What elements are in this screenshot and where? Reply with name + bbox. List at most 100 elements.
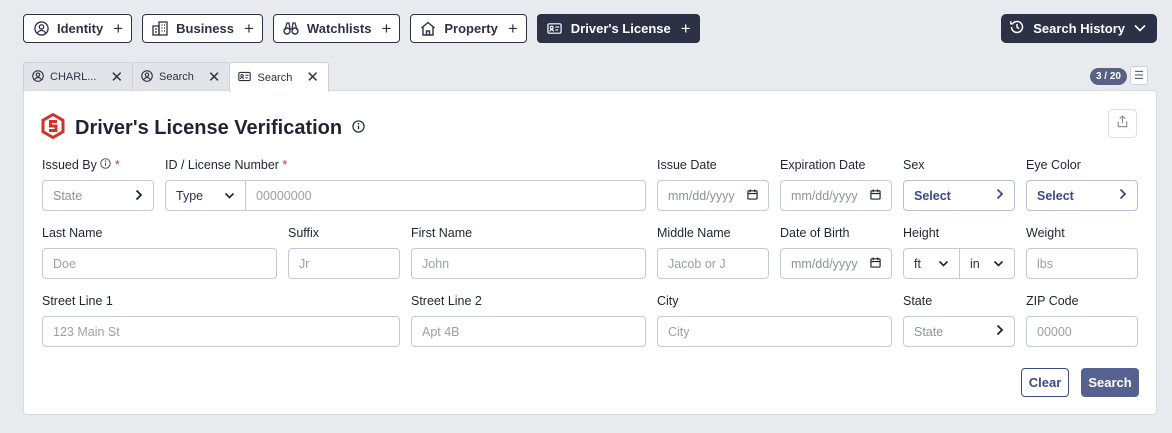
chevron-down-icon bbox=[993, 257, 1004, 271]
sex-select[interactable]: Select bbox=[903, 180, 1015, 211]
tab-label: CHARL... bbox=[50, 71, 97, 83]
height-ft-select[interactable]: ft bbox=[903, 248, 960, 279]
share-button[interactable] bbox=[1108, 109, 1137, 138]
height-in-select[interactable]: in bbox=[959, 248, 1015, 279]
zip-input[interactable]: 00000 bbox=[1026, 316, 1138, 347]
zip-label: ZIP Code bbox=[1026, 294, 1079, 308]
tab-search-license[interactable]: Search ✕ bbox=[229, 62, 329, 92]
calendar-icon bbox=[870, 256, 881, 271]
nav-identity-button[interactable]: Identity + bbox=[23, 14, 133, 43]
tab-strip: CHARL... ✕ Search ✕ Search ✕ bbox=[23, 62, 329, 92]
tab-menu-button[interactable]: ☰ bbox=[1130, 66, 1148, 85]
state-value: State bbox=[914, 324, 944, 339]
nav-label: Business bbox=[176, 21, 234, 36]
info-icon bbox=[100, 158, 112, 169]
close-icon[interactable]: ✕ bbox=[208, 70, 221, 85]
binoculars-icon bbox=[283, 21, 299, 37]
license-number-input[interactable]: 00000000 bbox=[245, 180, 646, 211]
clear-button[interactable]: Clear bbox=[1021, 368, 1069, 397]
issued-by-label: Issued By * bbox=[42, 158, 120, 172]
last-name-input[interactable]: Doe bbox=[42, 248, 277, 279]
chevron-right-icon bbox=[1119, 188, 1127, 203]
nav-drivers-license-button[interactable]: Driver's License + bbox=[536, 14, 700, 43]
history-icon bbox=[1009, 19, 1025, 38]
user-circle-icon bbox=[33, 21, 49, 37]
nav-label: Driver's License bbox=[570, 21, 671, 36]
issue-date-placeholder: mm/dd/yyyy bbox=[668, 188, 735, 203]
city-input[interactable]: City bbox=[657, 316, 892, 347]
tab-charl[interactable]: CHARL... ✕ bbox=[23, 62, 134, 91]
chevron-right-icon bbox=[996, 188, 1004, 203]
height-in-value: in bbox=[970, 256, 980, 271]
middle-name-input[interactable]: Jacob or J bbox=[657, 248, 769, 279]
eye-color-label: Eye Color bbox=[1026, 158, 1081, 172]
close-icon[interactable]: ✕ bbox=[306, 70, 319, 85]
nav-label: Watchlists bbox=[306, 21, 372, 36]
nav-business-button[interactable]: Business + bbox=[142, 14, 263, 43]
tab-search-identity[interactable]: Search ✕ bbox=[132, 62, 231, 91]
suffix-label: Suffix bbox=[288, 226, 320, 240]
street2-label: Street Line 2 bbox=[411, 294, 482, 308]
id-card-icon bbox=[547, 21, 563, 37]
chevron-down-icon bbox=[1133, 21, 1147, 36]
issued-by-select[interactable]: State bbox=[42, 180, 154, 211]
height-ft-value: ft bbox=[914, 256, 921, 271]
street1-input[interactable]: 123 Main St bbox=[42, 316, 400, 347]
suffix-input[interactable]: Jr bbox=[288, 248, 400, 279]
nav-watchlists-button[interactable]: Watchlists + bbox=[272, 14, 401, 43]
issue-date-input[interactable]: mm/dd/yyyy bbox=[657, 180, 769, 211]
close-icon[interactable]: ✕ bbox=[110, 70, 123, 85]
building-icon bbox=[152, 21, 168, 37]
expiration-date-input[interactable]: mm/dd/yyyy bbox=[780, 180, 892, 211]
nav-property-button[interactable]: Property + bbox=[410, 14, 527, 43]
calendar-icon bbox=[870, 188, 881, 203]
expiration-date-label: Expiration Date bbox=[780, 158, 866, 172]
plus-icon: + bbox=[243, 19, 254, 38]
page-title: Driver's License Verification bbox=[75, 117, 343, 139]
height-label: Height bbox=[903, 226, 940, 240]
brand-logo-icon bbox=[41, 112, 65, 144]
middle-name-label: Middle Name bbox=[657, 226, 731, 240]
nav-label: Identity bbox=[57, 21, 104, 36]
menu-icon: ☰ bbox=[1134, 70, 1144, 82]
chevron-down-icon bbox=[938, 257, 949, 271]
street2-input[interactable]: Apt 4B bbox=[411, 316, 646, 347]
house-icon bbox=[420, 21, 436, 37]
id-card-icon bbox=[238, 71, 252, 85]
last-name-label: Last Name bbox=[42, 226, 103, 240]
license-type-select[interactable]: Type bbox=[165, 180, 246, 211]
dob-placeholder: mm/dd/yyyy bbox=[791, 256, 858, 271]
tab-label: Search bbox=[159, 71, 194, 83]
plus-icon: + bbox=[680, 19, 691, 38]
city-label: City bbox=[657, 294, 679, 308]
eye-color-select[interactable]: Select bbox=[1026, 180, 1138, 211]
info-icon[interactable] bbox=[352, 119, 365, 138]
search-history-button[interactable]: Search History bbox=[1001, 14, 1157, 43]
plus-icon: + bbox=[113, 19, 124, 38]
plus-icon: + bbox=[381, 19, 392, 38]
history-label: Search History bbox=[1033, 21, 1125, 36]
calendar-icon bbox=[747, 188, 758, 203]
weight-label: Weight bbox=[1026, 226, 1065, 240]
license-type-value: Type bbox=[176, 188, 204, 203]
chevron-down-icon bbox=[224, 189, 235, 203]
state-select[interactable]: State bbox=[903, 316, 1015, 347]
expiration-date-placeholder: mm/dd/yyyy bbox=[791, 188, 858, 203]
plus-icon: + bbox=[507, 19, 518, 38]
dob-input[interactable]: mm/dd/yyyy bbox=[780, 248, 892, 279]
nav-label: Property bbox=[444, 21, 498, 36]
street1-label: Street Line 1 bbox=[42, 294, 113, 308]
issued-by-value: State bbox=[53, 188, 83, 203]
license-number-label: ID / License Number * bbox=[165, 158, 288, 172]
eye-color-value: Select bbox=[1037, 188, 1074, 203]
first-name-input[interactable]: John bbox=[411, 248, 646, 279]
search-button[interactable]: Search bbox=[1081, 368, 1139, 397]
tab-counter-badge: 3 / 20 bbox=[1089, 68, 1127, 85]
chevron-right-icon bbox=[135, 188, 143, 204]
issue-date-label: Issue Date bbox=[657, 158, 717, 172]
first-name-label: First Name bbox=[411, 226, 473, 240]
sex-label: Sex bbox=[903, 158, 925, 172]
page-header: Driver's License Verification bbox=[41, 112, 365, 144]
share-icon bbox=[1116, 114, 1129, 133]
weight-input[interactable]: lbs bbox=[1026, 248, 1138, 279]
